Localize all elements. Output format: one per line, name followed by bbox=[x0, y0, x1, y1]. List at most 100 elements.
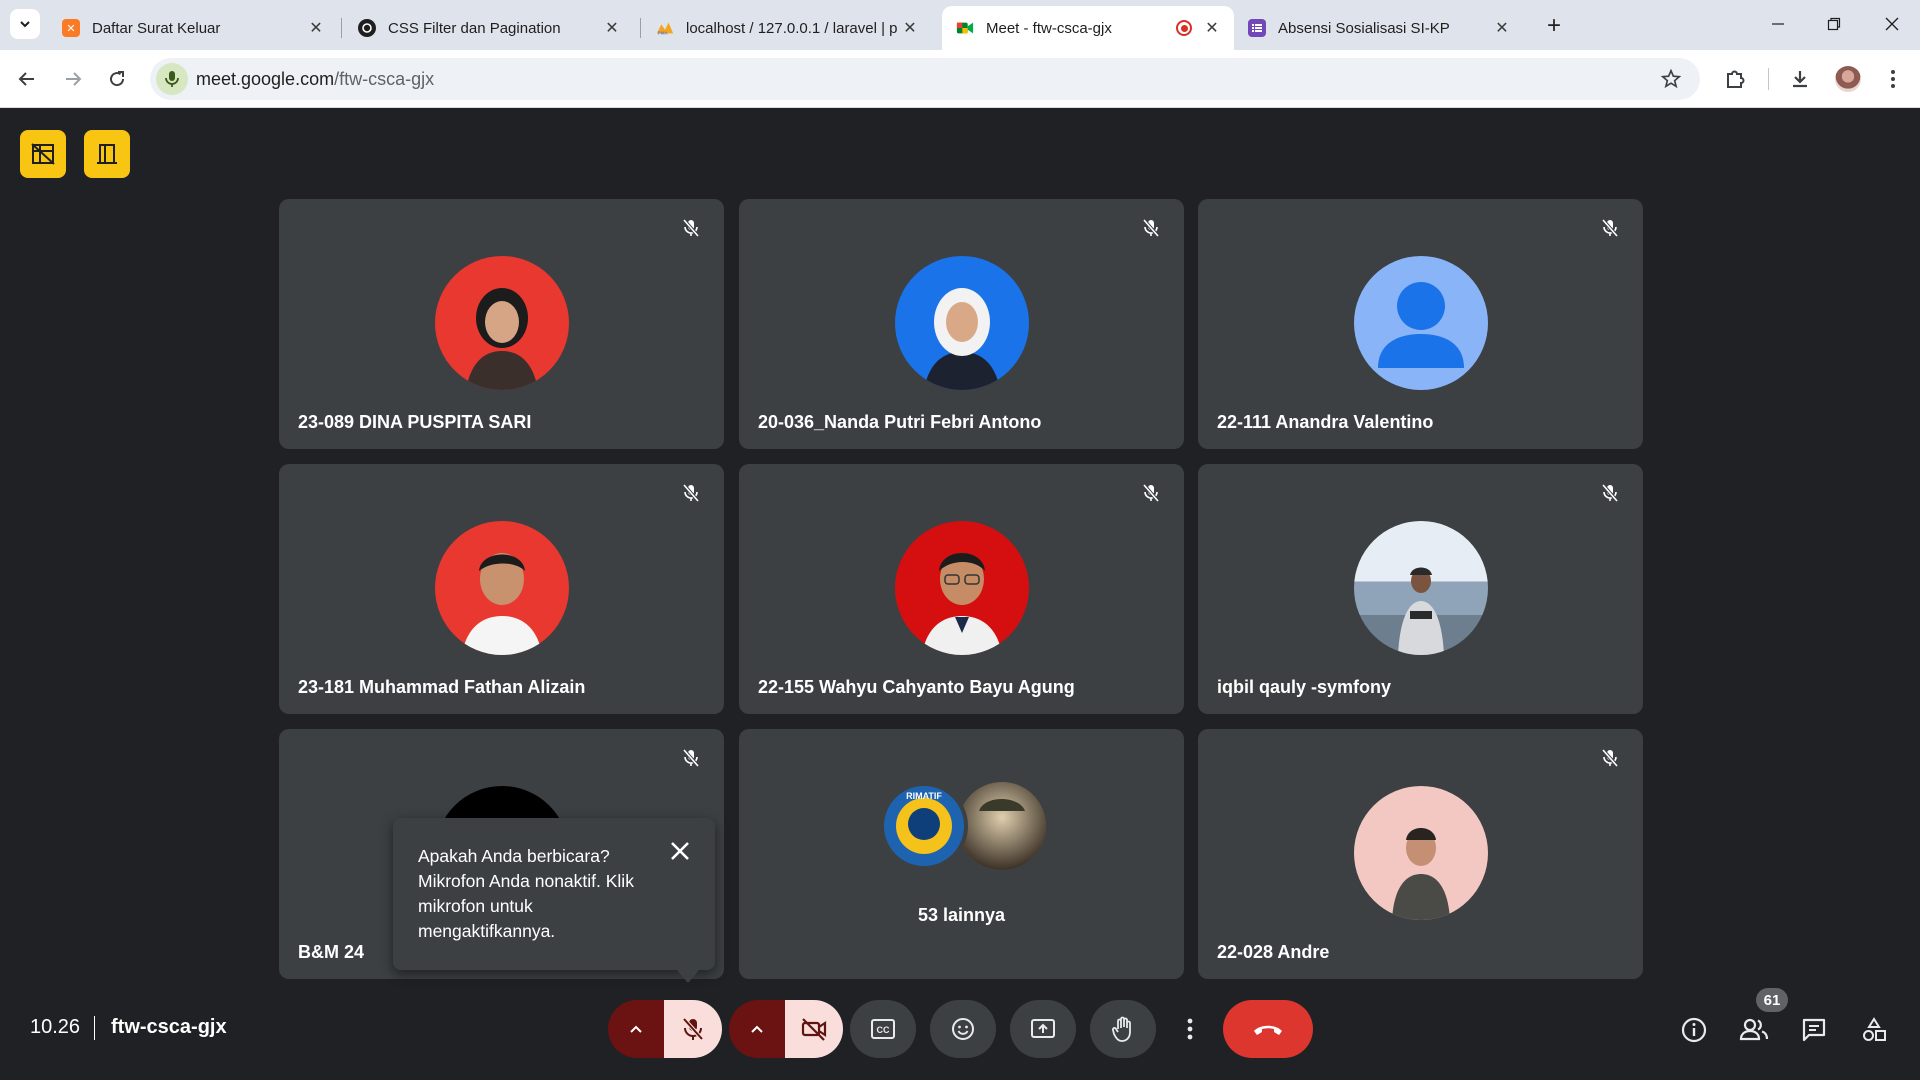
activities-button[interactable] bbox=[1854, 1010, 1894, 1050]
participant-name: 20-036_Nanda Putri Febri Antono bbox=[758, 412, 1042, 432]
reload-icon[interactable] bbox=[100, 62, 134, 96]
people-button[interactable] bbox=[1734, 1010, 1774, 1050]
microphone-in-use-icon[interactable] bbox=[156, 63, 188, 95]
video-options-button[interactable] bbox=[729, 1000, 785, 1058]
reactions-button[interactable] bbox=[930, 1000, 996, 1058]
mic-off-icon bbox=[1601, 748, 1619, 768]
tab-separator bbox=[341, 18, 342, 38]
close-tab-icon[interactable]: ✕ bbox=[1492, 18, 1512, 38]
google-meet-icon bbox=[956, 19, 974, 37]
address-bar[interactable]: meet.google.com/ftw-csca-gjx bbox=[150, 58, 1700, 100]
chat-button[interactable] bbox=[1794, 1010, 1834, 1050]
others-avatars: RIMATIF bbox=[879, 781, 1049, 871]
captions-button[interactable]: CC bbox=[850, 1000, 916, 1058]
mic-off-icon bbox=[682, 218, 700, 238]
participant-name: 22-028 Andre bbox=[1217, 942, 1330, 962]
tab-title: Absensi Sosialisasi SI-KP bbox=[1278, 19, 1450, 37]
close-tab-icon[interactable]: ✕ bbox=[1202, 18, 1222, 38]
participant-name: iqbil qauly -symfony bbox=[1217, 677, 1392, 697]
chevron-up-icon bbox=[630, 1025, 642, 1033]
tab-search-button[interactable] bbox=[10, 9, 40, 39]
more-options-button[interactable] bbox=[1170, 1000, 1210, 1058]
more-vert-icon bbox=[1187, 1018, 1193, 1040]
recording-icon bbox=[1176, 20, 1192, 36]
close-icon[interactable] bbox=[667, 838, 693, 864]
tooltip-caret bbox=[676, 969, 700, 983]
mic-off-icon bbox=[1601, 218, 1619, 238]
profile-avatar[interactable] bbox=[1835, 66, 1861, 92]
close-tab-icon[interactable]: ✕ bbox=[602, 18, 622, 38]
download-icon[interactable] bbox=[1783, 62, 1817, 96]
participant-tile[interactable]: 22-111 Anandra Valentino bbox=[1198, 199, 1643, 449]
leave-call-button[interactable] bbox=[1223, 1000, 1313, 1058]
mic-off-icon bbox=[682, 748, 700, 768]
participant-name: 22-111 Anandra Valentino bbox=[1217, 412, 1434, 432]
toggle-camera-button[interactable] bbox=[785, 1000, 843, 1058]
url-text: meet.google.com/ftw-csca-gjx bbox=[196, 69, 434, 90]
chevron-up-icon bbox=[751, 1025, 763, 1033]
tab-css-filter[interactable]: CSS Filter dan Pagination ✕ bbox=[344, 6, 634, 50]
participant-tile[interactable]: 20-036_Nanda Putri Febri Antono bbox=[739, 199, 1184, 449]
chevron-down-icon bbox=[20, 21, 30, 28]
url-host: meet.google.com bbox=[196, 69, 335, 89]
tooltip-text: Apakah Anda berbicara? Mikrofon Anda non… bbox=[418, 846, 634, 941]
mic-off-icon bbox=[682, 483, 700, 503]
participant-avatar bbox=[435, 256, 569, 390]
forward-arrow-icon[interactable] bbox=[56, 62, 90, 96]
audio-options-button[interactable] bbox=[608, 1000, 664, 1058]
tab-title: localhost / 127.0.0.1 / laravel | p bbox=[686, 19, 898, 37]
close-tab-icon[interactable]: ✕ bbox=[900, 18, 920, 38]
meeting-details-button[interactable] bbox=[1674, 1010, 1714, 1050]
raise-hand-button[interactable] bbox=[1090, 1000, 1156, 1058]
hide-tiles-extension-icon[interactable] bbox=[20, 130, 66, 178]
others-tile[interactable]: RIMATIF 53 lainnya bbox=[739, 729, 1184, 979]
participant-avatar bbox=[1354, 521, 1488, 655]
chat-icon bbox=[1802, 1018, 1826, 1042]
google-forms-icon bbox=[1248, 19, 1266, 37]
meeting-time: 10.26 bbox=[30, 1016, 81, 1038]
present-screen-button[interactable] bbox=[1010, 1000, 1076, 1058]
tab-strip: ✕ Daftar Surat Keluar ✕ CSS Filter dan P… bbox=[0, 0, 1920, 50]
close-window-icon[interactable] bbox=[1872, 8, 1912, 40]
exit-door-extension-icon[interactable] bbox=[84, 130, 130, 178]
tab-google-meet[interactable]: Meet - ftw-csca-gjx ✕ bbox=[942, 6, 1234, 50]
tab-phpmyadmin[interactable]: PMA localhost / 127.0.0.1 / laravel | p … bbox=[642, 6, 932, 50]
toggle-microphone-button[interactable] bbox=[664, 1000, 722, 1058]
participant-tile[interactable]: 23-181 Muhammad Fathan Alizain bbox=[279, 464, 724, 714]
browser-toolbar: meet.google.com/ftw-csca-gjx bbox=[0, 50, 1920, 108]
participant-avatar bbox=[1354, 786, 1488, 920]
tab-separator bbox=[640, 18, 641, 38]
mic-off-icon bbox=[1601, 483, 1619, 503]
participant-tile[interactable]: iqbil qauly -symfony bbox=[1198, 464, 1643, 714]
participant-tile[interactable]: 23-089 DINA PUSPITA SARI bbox=[279, 199, 724, 449]
participant-tile[interactable]: 22-155 Wahyu Cahyanto Bayu Agung bbox=[739, 464, 1184, 714]
emoji-icon bbox=[952, 1018, 974, 1040]
captions-icon: CC bbox=[871, 1019, 895, 1039]
phpmyadmin-icon: PMA bbox=[656, 19, 674, 37]
mic-muted-tooltip: Apakah Anda berbicara? Mikrofon Anda non… bbox=[393, 818, 715, 970]
participant-avatar bbox=[895, 521, 1029, 655]
tab-daftar-surat[interactable]: ✕ Daftar Surat Keluar ✕ bbox=[48, 6, 338, 50]
tab-absensi[interactable]: Absensi Sosialisasi SI-KP ✕ bbox=[1234, 6, 1524, 50]
url-path: /ftw-csca-gjx bbox=[334, 69, 435, 89]
bookmark-star-icon[interactable] bbox=[1660, 68, 1682, 90]
participant-tile[interactable]: 22-028 Andre bbox=[1198, 729, 1643, 979]
back-arrow-icon[interactable] bbox=[10, 62, 44, 96]
toolbar-divider bbox=[1768, 68, 1769, 90]
others-count-label: 53 lainnya bbox=[917, 905, 1006, 925]
restore-icon[interactable] bbox=[1814, 8, 1854, 40]
chatgpt-icon bbox=[358, 19, 376, 37]
tab-title: Meet - ftw-csca-gjx bbox=[986, 19, 1112, 37]
participant-avatar bbox=[895, 256, 1029, 390]
present-screen-icon bbox=[1031, 1019, 1055, 1038]
meeting-code: ftw-csca-gjx bbox=[111, 1016, 227, 1038]
close-tab-icon[interactable]: ✕ bbox=[306, 18, 326, 38]
extensions-puzzle-icon[interactable] bbox=[1718, 62, 1752, 96]
tab-title: Daftar Surat Keluar bbox=[92, 19, 221, 37]
new-tab-plus-icon[interactable]: + bbox=[1540, 12, 1568, 40]
camera-off-icon bbox=[801, 1018, 827, 1041]
people-icon bbox=[1739, 1018, 1769, 1041]
minimize-icon[interactable] bbox=[1758, 8, 1798, 40]
people-count-badge: 61 bbox=[1756, 988, 1788, 1012]
chrome-menu-kebab-icon[interactable] bbox=[1876, 62, 1910, 96]
